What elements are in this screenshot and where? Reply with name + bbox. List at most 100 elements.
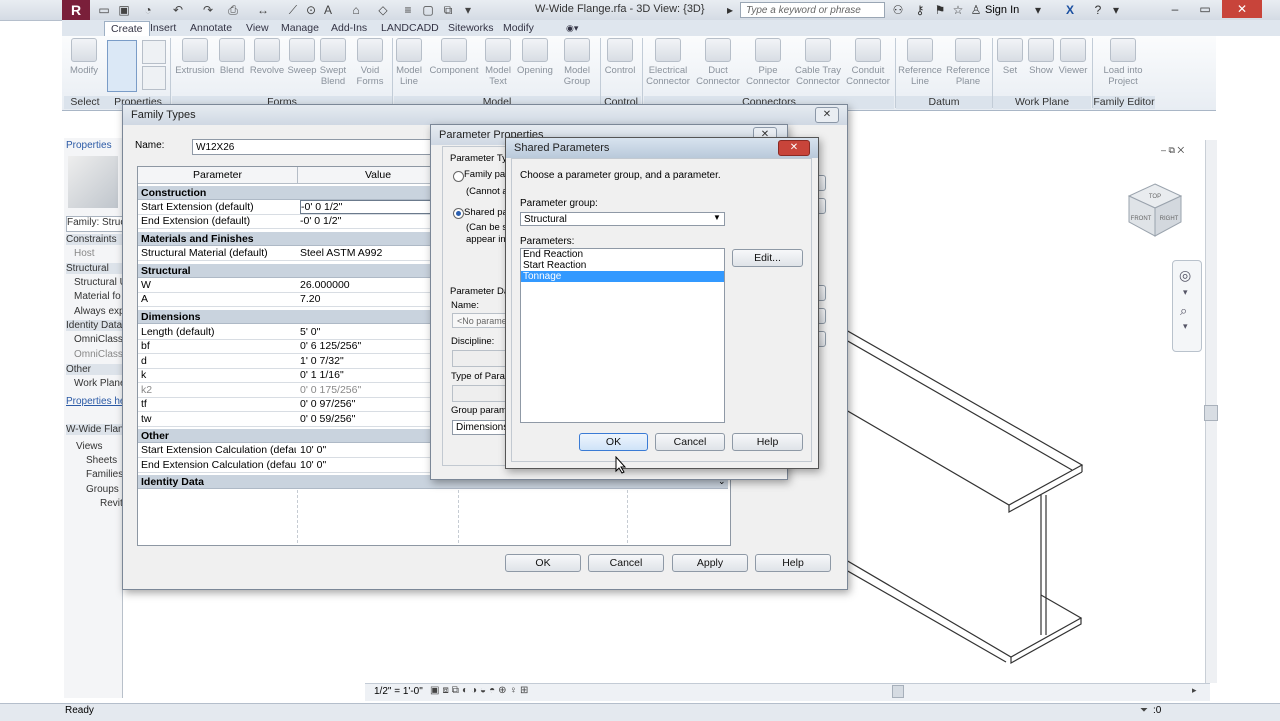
tab-manage[interactable]: Manage (275, 21, 325, 36)
close-hidden-windows-icon[interactable]: ▢ (420, 2, 436, 18)
prop-group-other[interactable]: Other (66, 364, 122, 375)
opening-button[interactable]: Opening (514, 38, 556, 94)
measure-icon[interactable]: ↔ (255, 2, 271, 18)
parameter-group-dropdown-icon[interactable]: ▼ (713, 213, 721, 222)
sync-icon[interactable]: ◔ (140, 2, 156, 18)
reference-plane-button[interactable]: Reference Plane (945, 38, 991, 94)
family-types-ok-button[interactable]: OK (505, 554, 581, 572)
thin-lines-icon[interactable]: ≡ (400, 2, 416, 18)
tab-create[interactable]: Create (104, 21, 150, 37)
set-work-plane-button[interactable]: Set (996, 38, 1024, 94)
shared-parameters-help-button[interactable]: Help (732, 433, 803, 451)
list-item[interactable]: Start Reaction (521, 260, 724, 271)
show-work-plane-button[interactable]: Show (1026, 38, 1056, 94)
shared-parameters-cancel-button[interactable]: Cancel (655, 433, 725, 451)
favorites-icon[interactable]: ☆ (950, 2, 966, 18)
parameter-column-header[interactable]: Parameter (138, 167, 298, 184)
vertical-scroll-thumb[interactable] (1204, 405, 1218, 421)
qat-dropdown-icon[interactable]: ▾ (460, 2, 476, 18)
application-menu-button[interactable]: R (62, 0, 90, 20)
sign-in-link[interactable]: Sign In (985, 4, 1019, 16)
tab-annotate[interactable]: Annotate (184, 21, 238, 36)
model-text-button[interactable]: Model Text (482, 38, 514, 94)
redo-icon[interactable]: ↷ (200, 2, 216, 18)
save-icon[interactable]: ▣ (116, 2, 132, 18)
properties-help-link[interactable]: Properties help (66, 396, 122, 407)
shared-parameters-ok-button[interactable]: OK (579, 433, 648, 451)
edit-shared-parameters-button[interactable]: Edit... (732, 249, 803, 267)
aligned-dimension-icon[interactable]: ⟋ (285, 2, 301, 18)
ribbon-toggle-icon[interactable]: ◉▾ (560, 21, 584, 36)
cable-tray-connector-button[interactable]: Cable Tray Connector (794, 38, 842, 94)
discipline-select[interactable] (452, 350, 508, 367)
minimize-button[interactable]: – (1160, 0, 1190, 18)
panel-select[interactable]: Select (64, 96, 106, 109)
communication-icon[interactable]: ⚑ (932, 2, 948, 18)
family-types-close-button[interactable]: ✕ (815, 107, 839, 123)
binoculars-icon[interactable]: ⚇ (890, 2, 906, 18)
param-name-field[interactable]: <No parameter selected> (452, 313, 506, 328)
text-icon[interactable]: A (320, 2, 336, 18)
parameters-listbox[interactable]: End Reaction Start Reaction Tonnage (520, 248, 725, 423)
subscription-icon[interactable]: ⚷ (912, 2, 928, 18)
void-forms-button[interactable]: Void Forms (352, 38, 388, 94)
section-icon[interactable]: ◇ (375, 2, 391, 18)
filter-icon[interactable]: ⏷ (1140, 705, 1148, 716)
tag-icon[interactable]: ⊙ (303, 2, 319, 18)
tab-siteworks[interactable]: Siteworks (442, 21, 500, 36)
prop-group-structural[interactable]: Structural (66, 263, 122, 274)
type-selector[interactable]: Family: Structural (66, 216, 124, 232)
scroll-right-icon[interactable]: ▸ (1192, 685, 1197, 696)
help-search-input[interactable]: Type a keyword or phrase (740, 2, 885, 18)
view-scale[interactable]: 1/2" = 1'-0" (374, 686, 423, 697)
switch-windows-icon[interactable]: ⧉ (440, 2, 456, 18)
tab-insert[interactable]: Insert (144, 21, 182, 36)
search-arrow-icon[interactable]: ▸ (722, 2, 738, 18)
close-window-button[interactable]: ✕ (1222, 0, 1262, 18)
zoom-icon[interactable]: ⌕ (1180, 303, 1187, 319)
model-line-button[interactable]: Model Line (394, 38, 424, 94)
wheel-dropdown-icon[interactable]: ▾ (1183, 287, 1188, 298)
viewer-button[interactable]: Viewer (1056, 38, 1090, 94)
prop-group-identity[interactable]: Identity Data (66, 320, 122, 331)
exchange-icon[interactable]: X (1062, 2, 1078, 18)
viewcube[interactable]: TOP FRONT RIGHT (1125, 180, 1185, 240)
tab-modify[interactable]: Modify (497, 21, 540, 36)
control-button[interactable]: Control (602, 38, 638, 94)
tab-view[interactable]: View (240, 21, 275, 36)
family-parameter-radio[interactable] (453, 171, 464, 182)
maximize-button[interactable]: ▭ (1190, 0, 1220, 18)
component-button[interactable]: Component (426, 38, 482, 94)
family-category-button[interactable] (142, 40, 166, 64)
load-into-project-button[interactable]: Load into Project (1096, 38, 1150, 94)
default-3d-view-icon[interactable]: ⌂ (348, 2, 364, 18)
view-control-icons[interactable]: ▣⧈⧉◐◑◒◓⊕♀⊞ (430, 685, 531, 696)
horizontal-scroll-thumb[interactable] (892, 685, 904, 698)
tab-landcadd[interactable]: LANDCADD (375, 21, 445, 36)
zoom-dropdown-icon[interactable]: ▾ (1183, 321, 1188, 332)
type-of-parameter-select[interactable] (452, 385, 508, 402)
help-dropdown-icon[interactable]: ▾ (1108, 2, 1124, 18)
list-item[interactable]: Tonnage (521, 271, 724, 282)
conduit-connector-button[interactable]: Conduit Connector (844, 38, 892, 94)
tab-add-ins[interactable]: Add-Ins (325, 21, 373, 36)
reference-line-button[interactable]: Reference Line (897, 38, 943, 94)
revolve-button[interactable]: Revolve (248, 38, 286, 94)
family-types-button[interactable] (142, 66, 166, 90)
shared-parameter-radio[interactable] (453, 208, 464, 219)
print-icon[interactable]: ⎙ (225, 2, 241, 18)
duct-connector-button[interactable]: Duct Connector (694, 38, 742, 94)
steering-wheel-icon[interactable]: ◎ (1179, 267, 1191, 284)
modify-button[interactable]: Modify (66, 38, 102, 94)
properties-button[interactable] (107, 40, 137, 92)
view-window-controls[interactable]: – ⧉ ✕ (1161, 145, 1184, 156)
family-types-apply-button[interactable]: Apply (672, 554, 748, 572)
prop-group-constraints[interactable]: Constraints (66, 234, 122, 245)
family-types-help-button[interactable]: Help (755, 554, 831, 572)
family-types-cancel-button[interactable]: Cancel (588, 554, 664, 572)
parameter-group-select[interactable]: Structural (520, 212, 725, 226)
swept-blend-button[interactable]: Swept Blend (318, 38, 348, 94)
model-group-button[interactable]: Model Group (558, 38, 596, 94)
sweep-button[interactable]: Sweep (286, 38, 318, 94)
open-icon[interactable]: ▭ (96, 2, 112, 18)
